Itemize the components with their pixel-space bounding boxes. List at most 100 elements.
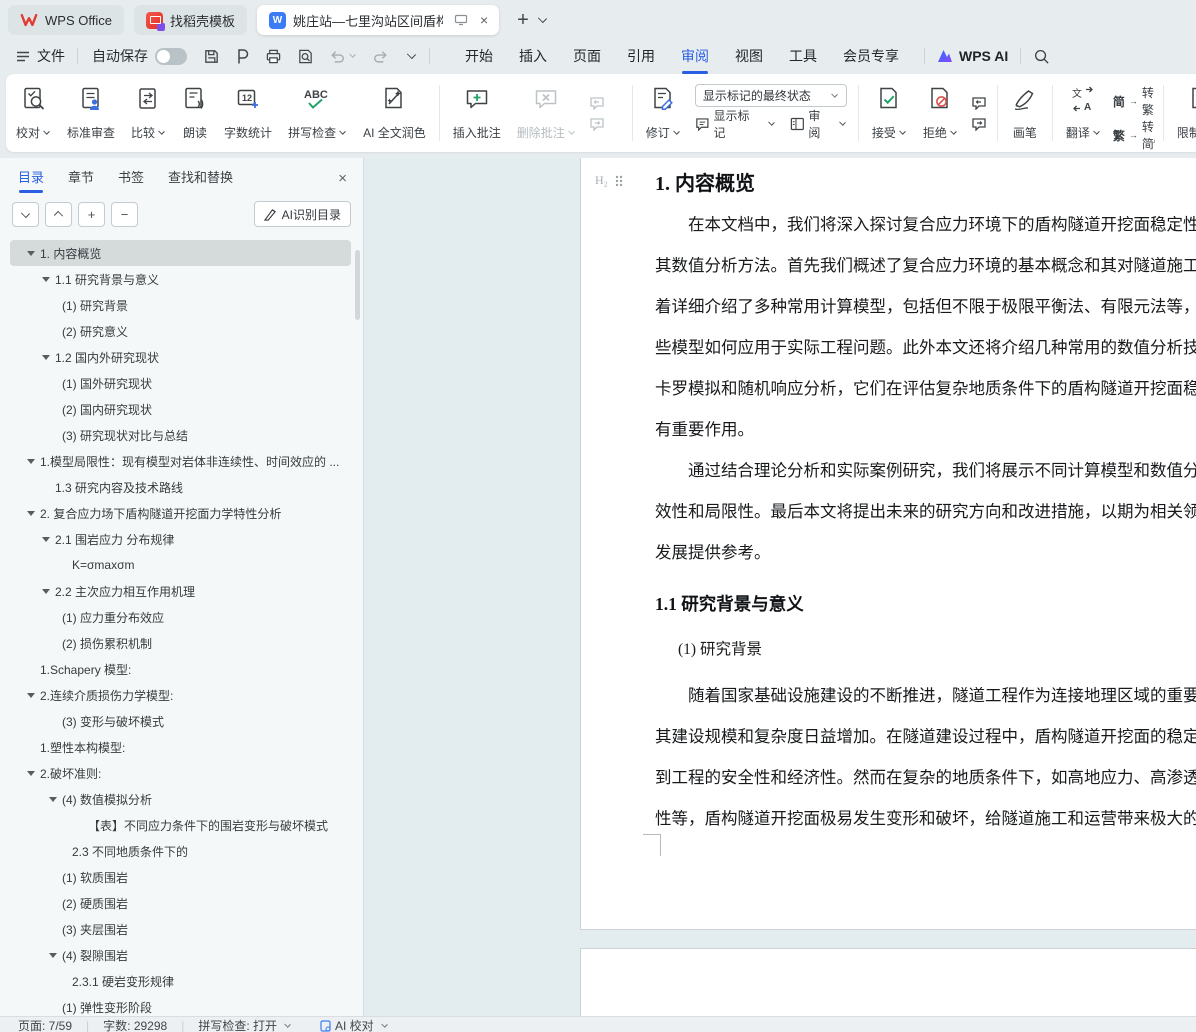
expand-arrow-icon[interactable] — [49, 797, 62, 802]
next-document-page[interactable] — [580, 948, 1196, 1016]
collapse-all-button[interactable] — [45, 202, 72, 227]
previous-comment-icon[interactable] — [589, 96, 605, 110]
expand-arrow-icon[interactable] — [27, 251, 40, 256]
more-tools-chevron-icon[interactable] — [407, 50, 416, 59]
tab-chapters[interactable]: 章节 — [68, 167, 94, 195]
outline-item[interactable]: 1.2 国内外研究现状 — [10, 344, 351, 370]
redo-button[interactable] — [372, 49, 389, 64]
outline-item[interactable]: 1.Schapery 模型: — [10, 656, 351, 682]
file-menu-button[interactable]: 文件 — [16, 46, 65, 66]
word-count-indicator[interactable]: 字数: 29298 — [103, 1019, 167, 1032]
outline-item[interactable]: (1) 弹性变形阶段 — [10, 994, 351, 1016]
outline-item[interactable]: (2) 损伤累积机制 — [10, 630, 351, 656]
tab-docer-templates[interactable]: 找稻壳模板 — [134, 5, 247, 35]
expand-arrow-icon[interactable] — [27, 459, 40, 464]
save-icon[interactable] — [203, 48, 220, 65]
sidebar-scrollbar[interactable] — [355, 250, 360, 320]
proofread-button[interactable]: 校对 — [8, 77, 59, 149]
menu-home[interactable]: 开始 — [452, 41, 506, 71]
drag-handle-icon[interactable] — [615, 175, 623, 187]
zoom-in-outline-button[interactable]: + — [78, 202, 105, 227]
outline-item[interactable]: 1. 内容概览 — [10, 240, 351, 266]
undo-button[interactable] — [329, 49, 357, 64]
outline-item[interactable]: (2) 国内研究现状 — [10, 396, 351, 422]
delete-comment-button[interactable]: 删除批注 — [509, 77, 584, 149]
outline-item[interactable]: (3) 研究现状对比与总结 — [10, 422, 351, 448]
outline-item[interactable]: (3) 夹层围岩 — [10, 916, 351, 942]
tab-bookmarks[interactable]: 书签 — [118, 167, 144, 195]
next-revision-icon[interactable] — [971, 117, 987, 131]
tab-document[interactable]: W 姚庄站—七里沟站区间盾构隧 × — [257, 5, 499, 35]
insert-comment-button[interactable]: 插入批注 — [445, 77, 509, 149]
outline-item[interactable]: (3) 变形与破坏模式 — [10, 708, 351, 734]
expand-arrow-icon[interactable] — [42, 355, 55, 360]
wps-ai-button[interactable]: WPS AI — [937, 48, 1008, 64]
outline-item[interactable]: (1) 研究背景 — [10, 292, 351, 318]
expand-all-button[interactable] — [12, 202, 39, 227]
standard-review-button[interactable]: 标准审查 — [59, 77, 123, 149]
document-page[interactable]: H₂ 1. 内容概览 在本文档中，我们将深入探讨复合应力环境下的盾构隧道开挖面稳… — [580, 158, 1196, 930]
menu-insert[interactable]: 插入 — [506, 41, 560, 71]
outline-item[interactable]: 1.模型局限性：现有模型对岩体非连续性、时间效应的 ... — [10, 448, 351, 474]
outline-item[interactable]: 2. 复合应力场下盾构隧道开挖面力学特性分析 — [10, 500, 351, 526]
outline-item[interactable]: 2.2 主次应力相互作用机理 — [10, 578, 351, 604]
spell-check-status[interactable]: 拼写检查: 打开 — [198, 1019, 292, 1032]
outline-item[interactable]: 1.塑性本构模型: — [10, 734, 351, 760]
menu-reference[interactable]: 引用 — [614, 41, 668, 71]
outline-item[interactable]: 2.破坏准则: — [10, 760, 351, 786]
restrict-editing-button[interactable]: 限制编辑 — [1169, 77, 1196, 149]
outline-item[interactable]: 2.1 围岩应力 分布规律 — [10, 526, 351, 552]
tab-list-chevron-icon[interactable] — [538, 14, 547, 23]
print-preview-icon[interactable] — [297, 48, 314, 65]
new-tab-button[interactable]: + — [511, 9, 535, 32]
ai-recognize-toc-button[interactable]: AI识别目录 — [254, 201, 351, 227]
ai-polish-button[interactable]: AI 全文润色 — [355, 77, 434, 149]
traditional-to-simplified-button[interactable]: 繁→ 转简 — [1113, 118, 1154, 152]
accept-revision-button[interactable]: 接受 — [864, 77, 915, 149]
simplified-to-traditional-button[interactable]: 简→ 转繁 — [1113, 84, 1154, 118]
menu-page[interactable]: 页面 — [560, 41, 614, 71]
read-aloud-button[interactable]: 朗读 — [174, 77, 216, 149]
zoom-out-outline-button[interactable]: − — [111, 202, 138, 227]
outline-item[interactable]: 2.3.1 硬岩变形规律 — [10, 968, 351, 994]
outline-item[interactable]: (4) 裂隙围岩 — [10, 942, 351, 968]
close-sidebar-icon[interactable]: × — [338, 170, 347, 187]
tab-find-replace[interactable]: 查找和替换 — [168, 167, 233, 195]
expand-arrow-icon[interactable] — [42, 277, 55, 282]
outline-item[interactable]: K=σmaxσm — [10, 552, 351, 578]
expand-arrow-icon[interactable] — [27, 511, 40, 516]
outline-item[interactable]: (1) 国外研究现状 — [10, 370, 351, 396]
translate-button[interactable]: 文 A 翻译 — [1058, 77, 1109, 149]
expand-arrow-icon[interactable] — [42, 537, 55, 542]
group-expand-icon[interactable]: ⌟ — [1151, 134, 1156, 145]
outline-item[interactable]: (1) 应力重分布效应 — [10, 604, 351, 630]
page-indicator[interactable]: 页面: 7/59 — [18, 1019, 72, 1032]
heading-level-badge[interactable]: H₂ — [595, 173, 623, 188]
expand-arrow-icon[interactable] — [27, 771, 40, 776]
spell-check-button[interactable]: ABC 拼写检查 — [280, 77, 355, 149]
tab-wps-office[interactable]: WPS Office — [8, 5, 124, 35]
print-icon[interactable] — [265, 48, 282, 65]
search-icon[interactable] — [1033, 48, 1050, 65]
show-markup-button[interactable]: 显示标记 — [695, 107, 776, 141]
expand-arrow-icon[interactable] — [42, 589, 55, 594]
word-count-button[interactable]: 12 字数统计 — [216, 77, 280, 149]
expand-arrow-icon[interactable] — [27, 693, 40, 698]
outline-item[interactable]: 2.连续介质损伤力学模型: — [10, 682, 351, 708]
pen-button[interactable]: 画笔 — [1003, 77, 1047, 149]
menu-membership[interactable]: 会员专享 — [830, 41, 912, 71]
markup-state-select[interactable]: 显示标记的最终状态 — [695, 84, 847, 107]
outline-item[interactable]: (2) 硬质围岩 — [10, 890, 351, 916]
outline-item[interactable]: (1) 软质围岩 — [10, 864, 351, 890]
compare-button[interactable]: 比较 — [123, 77, 174, 149]
outline-item[interactable]: 2.3 不同地质条件下的 — [10, 838, 351, 864]
next-comment-icon[interactable] — [589, 117, 605, 131]
review-pane-button[interactable]: 审阅 — [790, 107, 847, 141]
monitor-icon[interactable] — [454, 14, 468, 26]
outline-item[interactable]: (4) 数值模拟分析 — [10, 786, 351, 812]
track-changes-button[interactable]: 修订 — [638, 77, 689, 149]
previous-revision-icon[interactable] — [971, 96, 987, 110]
tab-contents[interactable]: 目录 — [18, 167, 44, 195]
export-pdf-icon[interactable] — [235, 48, 250, 65]
outline-item[interactable]: (2) 研究意义 — [10, 318, 351, 344]
